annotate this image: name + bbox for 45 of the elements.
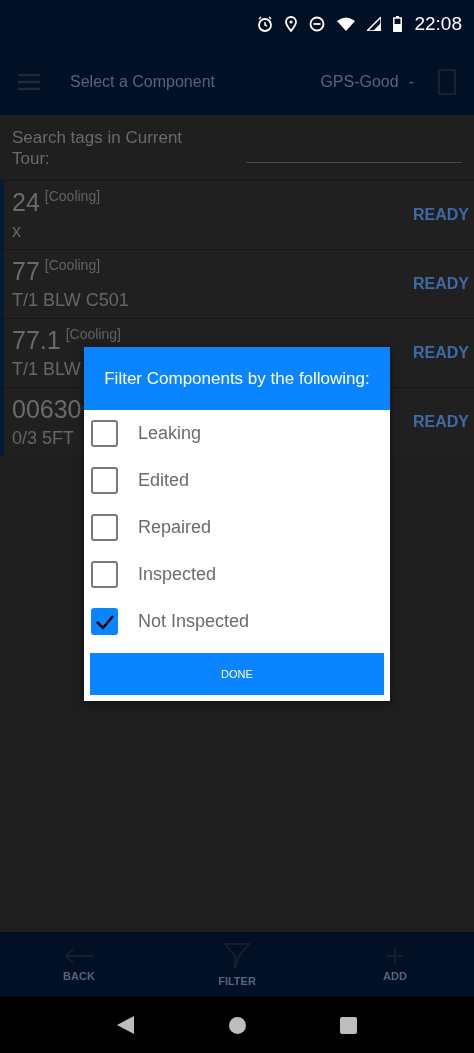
checkmark-icon [94, 613, 115, 630]
nav-button[interactable]: FILTER [197, 941, 277, 988]
do-not-disturb-icon [309, 16, 326, 32]
component-status: READY [413, 206, 469, 224]
component-description: T/1 BLW C501 [12, 290, 129, 311]
component-tag: 77 [12, 257, 40, 286]
checkbox-label: Inspected [138, 564, 217, 585]
back-triangle-icon[interactable] [117, 1016, 135, 1034]
component-tag: 77.1 [12, 326, 61, 355]
dialog-title: Filter Components by the following: [104, 368, 370, 389]
done-button[interactable]: DONE [90, 653, 384, 695]
component-description: x [12, 221, 21, 242]
checkbox[interactable] [91, 420, 118, 447]
checkbox-label: Leaking [138, 423, 202, 444]
checkbox[interactable] [91, 514, 118, 541]
nav-button[interactable]: ADD [355, 946, 435, 983]
clock-time: 22:08 [414, 13, 462, 35]
nav-button[interactable]: BACK [39, 946, 119, 983]
search-label: Search tags in Current Tour: [12, 127, 184, 169]
gps-indicator: - [408, 72, 414, 91]
checkbox[interactable] [91, 561, 118, 588]
checkbox-label: Repaired [138, 517, 212, 538]
recents-square-icon[interactable] [340, 1016, 357, 1034]
component-category: [Cooling] [44, 257, 101, 273]
wifi-icon [337, 17, 356, 31]
component-category: [Cooling] [44, 188, 101, 204]
component-tag: 24 [12, 188, 40, 217]
checkbox[interactable] [91, 608, 118, 635]
location-icon [285, 16, 298, 32]
component-tag: 00630 [12, 395, 82, 424]
checkbox[interactable] [91, 467, 118, 494]
battery-icon [393, 16, 403, 32]
component-category: [Cooling] [65, 326, 121, 342]
screen-title: Select a Component [70, 72, 216, 91]
component-status: READY [413, 275, 469, 293]
component-description: 0/3 5FT [12, 428, 75, 449]
signal-icon [367, 17, 382, 31]
alarm-icon [257, 16, 274, 32]
checkbox-label: Edited [138, 470, 190, 491]
checkbox-label: Not Inspected [138, 611, 250, 632]
component-status: READY [413, 344, 469, 362]
home-circle-icon[interactable] [229, 1016, 246, 1034]
component-description: T/1 BLW [12, 359, 81, 380]
component-status: READY [413, 413, 469, 431]
gps-status: GPS-Good [320, 72, 399, 91]
